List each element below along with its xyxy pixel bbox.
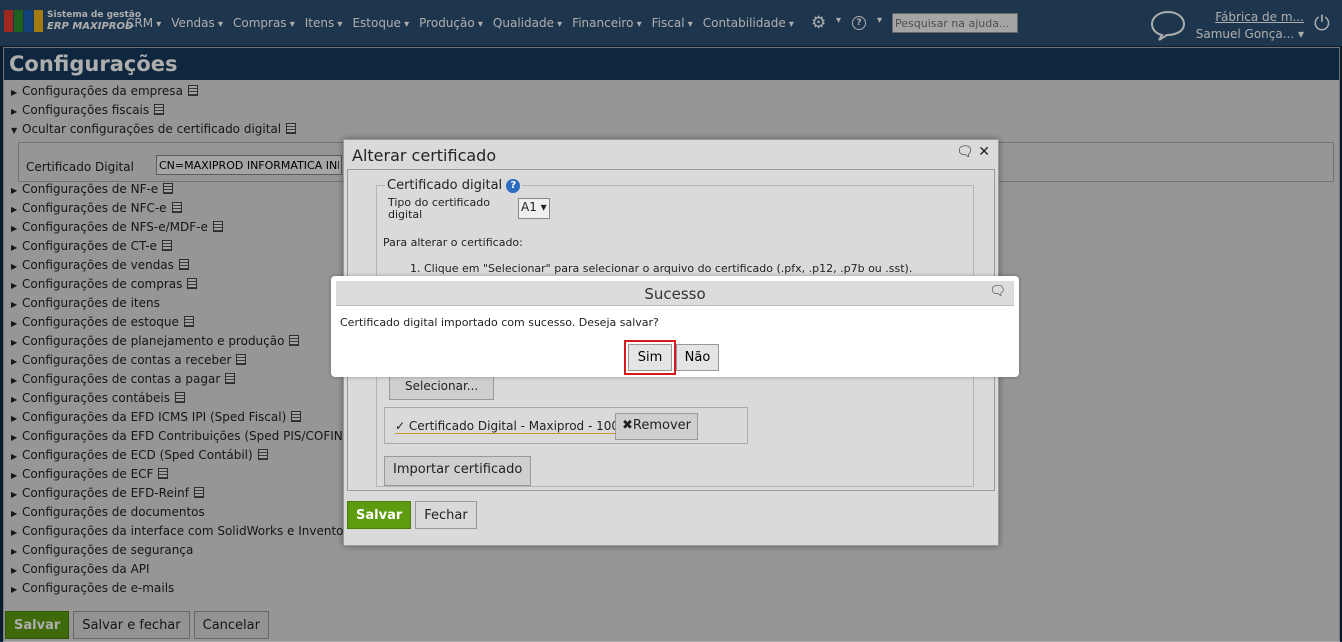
dialog-close-button[interactable]: Fechar <box>415 501 477 529</box>
success-title: Sucesso <box>644 285 706 303</box>
fieldset-legend: Certificado digital ? <box>385 178 523 193</box>
import-certificate-button[interactable]: Importar certificado <box>384 456 532 486</box>
success-message: Certificado digital importado com sucess… <box>340 316 659 329</box>
close-icon[interactable]: ✕ <box>978 144 990 160</box>
instruction-step-1: 1. Clique em "Selecionar" para seleciona… <box>410 262 913 275</box>
success-titlebar: Sucesso 🗨 <box>336 281 1014 306</box>
selected-file-name: Certificado Digital - Maxiprod - 100... <box>408 419 631 433</box>
certificate-type-value: A1 <box>521 200 537 214</box>
dialog-actions: Salvar Fechar <box>347 501 477 529</box>
certificate-type-label: Tipo do certificado digital <box>388 196 490 221</box>
certificate-type-select[interactable]: A1 ▾ <box>518 198 550 219</box>
selected-file-box: ✓ Certificado Digital - Maxiprod - 100..… <box>384 407 748 444</box>
dialog-title: Alterar certificado <box>352 146 497 165</box>
no-button[interactable]: Não <box>676 344 719 371</box>
dialog-title-icons: 🗨 ✕ <box>956 144 990 160</box>
help-icon[interactable]: ? <box>506 179 521 193</box>
instructions-text: Para alterar o certificado: <box>383 236 523 249</box>
remove-file-button[interactable]: ✖Remover <box>615 413 699 440</box>
x-icon: ✖ <box>622 418 633 433</box>
check-icon: ✓ <box>395 419 406 433</box>
dialog-save-button[interactable]: Salvar <box>347 501 412 529</box>
select-file-button[interactable]: Selecionar... <box>389 374 495 400</box>
selected-file[interactable]: ✓ Certificado Digital - Maxiprod - 100..… <box>395 419 631 434</box>
comment-icon[interactable]: 🗨 <box>989 284 1006 299</box>
yes-button[interactable]: Sim <box>624 340 676 375</box>
remove-label: Remover <box>632 418 692 433</box>
legend-text: Certificado digital <box>387 178 503 193</box>
success-dialog: Sucesso 🗨 Certificado digital importado … <box>331 276 1019 377</box>
comment-icon[interactable]: 🗨 <box>956 144 974 160</box>
